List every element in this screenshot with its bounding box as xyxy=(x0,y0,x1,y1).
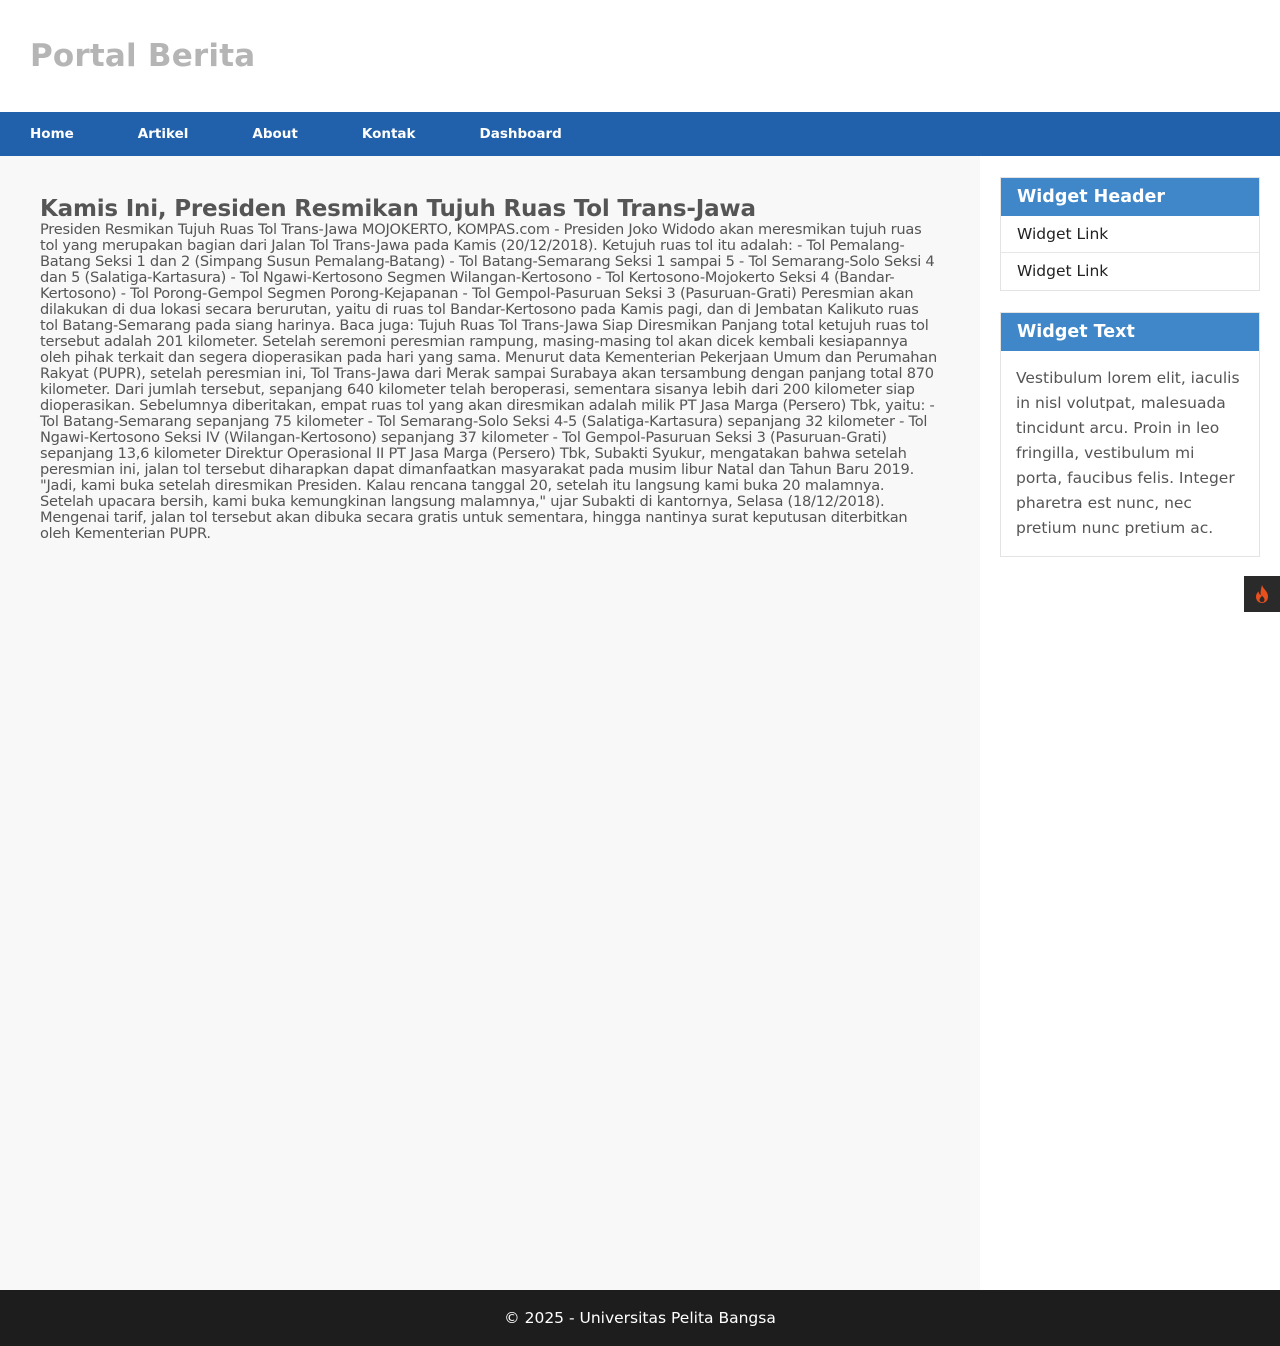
widget-link-1[interactable]: Widget Link xyxy=(1001,216,1259,253)
widget-header-title: Widget Header xyxy=(1001,178,1259,216)
widget-text-title: Widget Text xyxy=(1001,313,1259,351)
sidebar: Widget Header Widget Link Widget Link Wi… xyxy=(980,156,1280,1290)
flame-icon xyxy=(1256,585,1268,603)
site-footer: © 2025 - Universitas Pelita Bangsa xyxy=(0,1290,1280,1346)
widget-text-content: Vestibulum lorem elit, iaculis in nisl v… xyxy=(1016,369,1240,537)
article-title: Kamis Ini, Presiden Resmikan Tujuh Ruas … xyxy=(40,196,756,222)
article-body: Presiden Resmikan Tujuh Ruas Tol Trans-J… xyxy=(40,221,937,542)
site-title[interactable]: Portal Berita xyxy=(30,38,1250,74)
nav-item-dashboard[interactable]: Dashboard xyxy=(480,126,562,142)
floating-flame-button[interactable] xyxy=(1244,576,1280,612)
widget-link-2[interactable]: Widget Link xyxy=(1001,253,1259,290)
site-header: Portal Berita xyxy=(0,0,1280,112)
nav-item-about[interactable]: About xyxy=(252,126,297,142)
article: Kamis Ini, Presiden Resmikan Tujuh Ruas … xyxy=(40,196,940,542)
nav-item-artikel[interactable]: Artikel xyxy=(138,126,189,142)
content-wrapper: Kamis Ini, Presiden Resmikan Tujuh Ruas … xyxy=(0,156,1280,1290)
nav-item-home[interactable]: Home xyxy=(30,126,74,142)
widget-text-box: Widget Text Vestibulum lorem elit, iacul… xyxy=(1000,312,1260,557)
nav-item-kontak[interactable]: Kontak xyxy=(362,126,416,142)
widget-header-box: Widget Header Widget Link Widget Link xyxy=(1000,177,1260,291)
main-content: Kamis Ini, Presiden Resmikan Tujuh Ruas … xyxy=(0,156,980,1290)
footer-copyright: © 2025 - Universitas Pelita Bangsa xyxy=(504,1309,776,1327)
main-navbar: Home Artikel About Kontak Dashboard xyxy=(0,112,1280,156)
